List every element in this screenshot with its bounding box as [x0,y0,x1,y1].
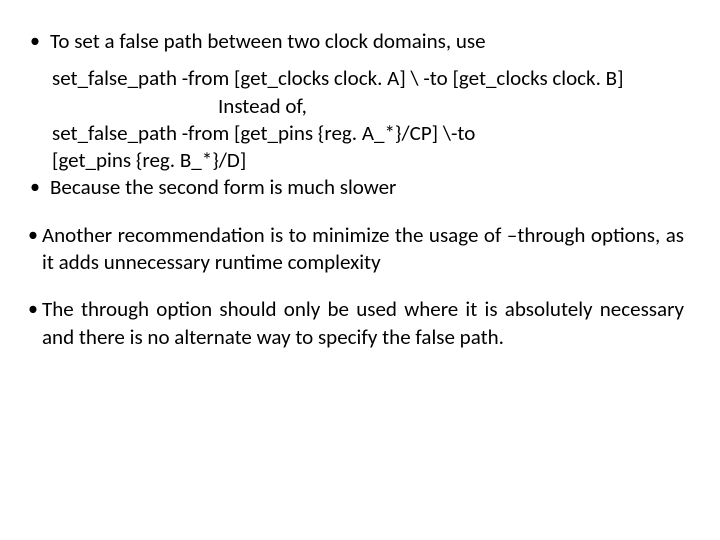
code-instead: Instead of, [28,93,684,120]
code-line-2: set_false_path -from [get_pins {reg. A_*… [28,120,684,147]
bullet-2-text: Because the second form is much slower [50,174,684,201]
bullet-3: • Another recommendation is to minimize … [28,222,684,277]
bullet-dot-icon: • [28,174,50,201]
bullet-3-text: Another recommendation is to minimize th… [42,222,684,277]
bullet-4: • The through option should only be used… [28,296,684,351]
bullet-dot-icon: • [28,28,50,55]
code-line-3: [get_pins {reg. B_*}/D] [28,147,684,174]
bullet-2: • Because the second form is much slower [28,174,684,201]
bullet-4-text: The through option should only be used w… [42,296,684,351]
slide-body: • To set a false path between two clock … [0,0,720,540]
bullet-dot-icon: • [28,222,42,248]
bullet-1: • To set a false path between two clock … [28,28,684,55]
bullet-1-text: To set a false path between two clock do… [50,28,684,55]
bullet-dot-icon: • [28,296,42,322]
code-line-1: set_false_path -from [get_clocks clock. … [28,65,684,92]
